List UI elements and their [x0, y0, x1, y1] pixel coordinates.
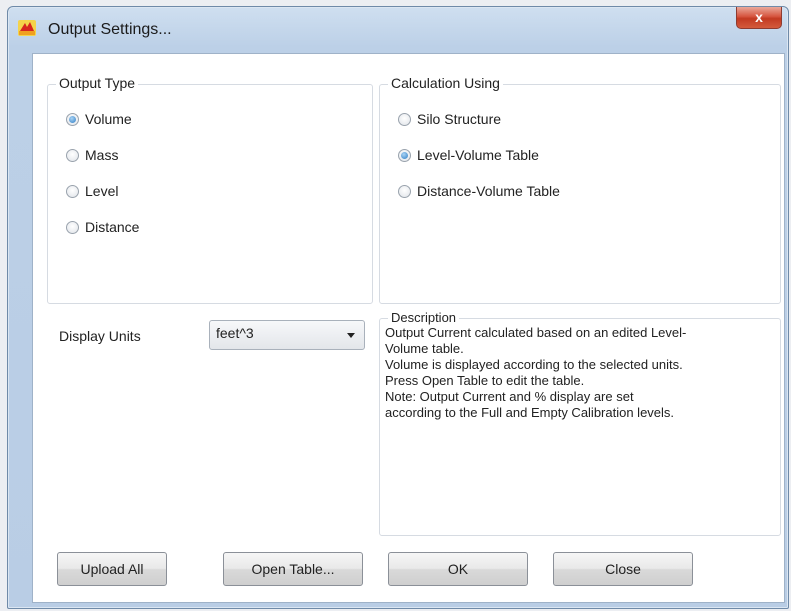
ok-button[interactable]: OK — [388, 552, 528, 586]
radio-distance-volume-table-label: Distance-Volume Table — [417, 183, 560, 199]
description-line: Volume is displayed according to the sel… — [385, 357, 683, 372]
radio-silo-structure-label: Silo Structure — [417, 111, 502, 127]
description-line: according to the Full and Empty Calibrat… — [385, 405, 675, 420]
radio-button-icon[interactable] — [66, 112, 79, 126]
radio-button-icon[interactable] — [66, 184, 79, 198]
radio-button-icon[interactable] — [66, 220, 79, 234]
description-line: Press Open Table to edit the table. — [385, 373, 585, 388]
description-line: Volume table. — [385, 341, 464, 356]
radio-level-volume-table-label: Level-Volume Table — [417, 147, 539, 163]
dialog-body: Output Type Volume Mass Level Distance C… — [32, 53, 785, 603]
description-line: Output Current calculated based on an ed… — [385, 325, 687, 340]
radio-silo-structure[interactable]: Silo Structure — [398, 111, 501, 127]
radio-mass-label: Mass — [85, 147, 119, 163]
display-units-dropdown[interactable]: feet^3 — [209, 320, 365, 350]
description-line: Note: Output Current and % display are s… — [385, 389, 634, 404]
output-settings-dialog: Output Settings... x Output Type Volume … — [7, 6, 789, 609]
radio-distance-volume-table[interactable]: Distance-Volume Table — [398, 183, 560, 199]
description-label: Description — [388, 310, 460, 325]
radio-button-icon[interactable] — [66, 148, 79, 162]
radio-volume[interactable]: Volume — [66, 111, 132, 127]
description-text: Output Current calculated based on an ed… — [385, 325, 777, 421]
upload-all-button[interactable]: Upload All — [57, 552, 167, 586]
display-units-label: Display Units — [59, 328, 141, 344]
radio-distance-label: Distance — [85, 219, 140, 235]
title-bar[interactable]: Output Settings... x — [8, 7, 788, 53]
output-type-group: Output Type Volume Mass Level Distance — [47, 75, 373, 304]
radio-volume-label: Volume — [85, 111, 132, 127]
radio-button-icon[interactable] — [398, 184, 411, 198]
radio-level[interactable]: Level — [66, 183, 118, 199]
calculation-using-label: Calculation Using — [388, 75, 503, 91]
radio-mass[interactable]: Mass — [66, 147, 118, 163]
radio-distance[interactable]: Distance — [66, 219, 139, 235]
dialog-title: Output Settings... — [48, 21, 172, 38]
radio-button-icon[interactable] — [398, 112, 411, 126]
close-button[interactable]: Close — [553, 552, 693, 586]
display-units-value: feet^3 — [216, 325, 254, 341]
close-icon: x — [755, 9, 763, 25]
description-group: Description Output Current calculated ba… — [379, 310, 781, 536]
app-logo-icon — [18, 20, 36, 36]
output-type-label: Output Type — [56, 75, 139, 91]
chevron-down-icon[interactable] — [347, 333, 355, 338]
radio-level-label: Level — [85, 183, 119, 199]
radio-level-volume-table[interactable]: Level-Volume Table — [398, 147, 539, 163]
radio-button-icon[interactable] — [398, 148, 411, 162]
open-table-button[interactable]: Open Table... — [223, 552, 363, 586]
close-window-button[interactable]: x — [736, 7, 782, 29]
calculation-using-group: Calculation Using Silo Structure Level-V… — [379, 75, 781, 304]
